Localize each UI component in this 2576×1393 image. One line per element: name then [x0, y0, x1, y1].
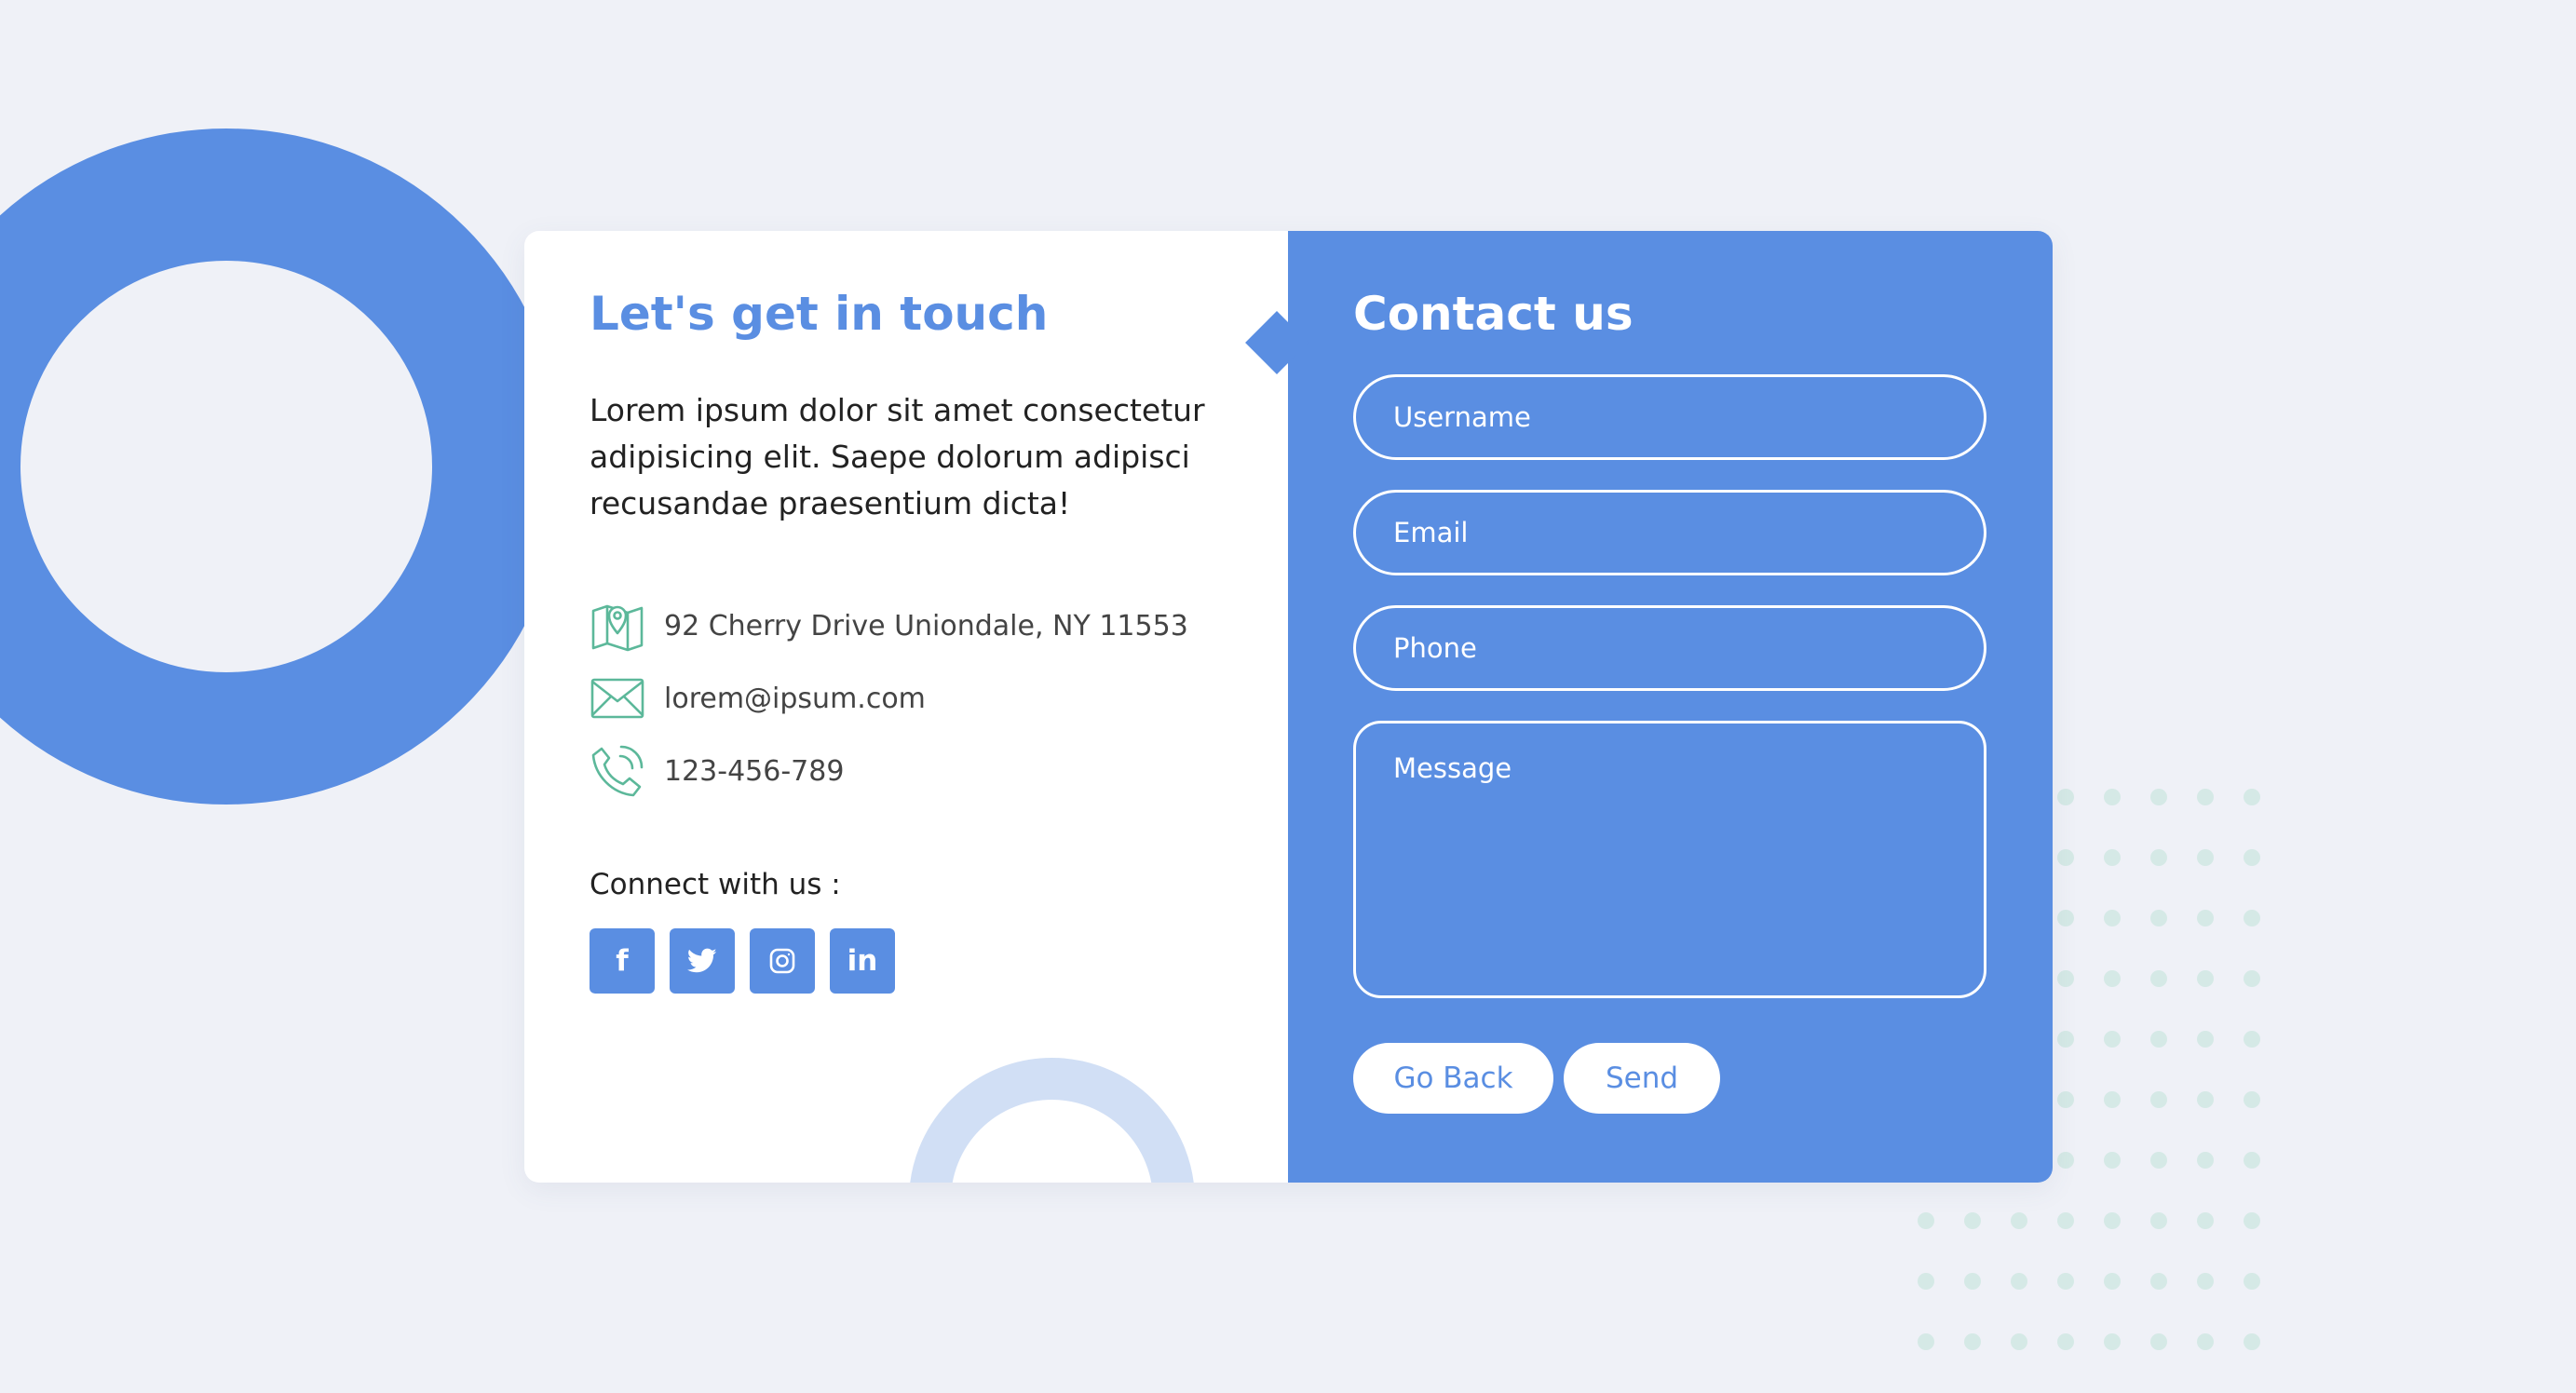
pattern-dot	[2197, 1091, 2214, 1108]
phone-icon	[591, 745, 644, 797]
social-links: f in	[590, 928, 895, 994]
pattern-dot	[2197, 1333, 2214, 1350]
pattern-dot	[2150, 970, 2167, 987]
facebook-button[interactable]: f	[590, 928, 655, 994]
pattern-dot	[2150, 910, 2167, 926]
pattern-dot	[2244, 1031, 2260, 1048]
pattern-dot	[2244, 1333, 2260, 1350]
pattern-dot	[2244, 1273, 2260, 1290]
pattern-dot	[2057, 1031, 2074, 1048]
map-icon	[591, 604, 644, 652]
pattern-dot	[2057, 1212, 2074, 1229]
pattern-dot	[2197, 1031, 2214, 1048]
pattern-dot	[2011, 1212, 2027, 1229]
phone-input[interactable]	[1353, 605, 1986, 691]
pattern-dot	[2057, 849, 2074, 866]
pattern-dot	[2104, 1031, 2121, 1048]
go-back-button[interactable]: Go Back	[1353, 1043, 1553, 1114]
instagram-button[interactable]	[750, 928, 815, 994]
pattern-dot	[1964, 1333, 1981, 1350]
pattern-dot	[2011, 1333, 2027, 1350]
pattern-dot	[2011, 1273, 2027, 1290]
pattern-dot	[2104, 849, 2121, 866]
connect-label: Connect with us :	[590, 868, 841, 901]
twitter-button[interactable]	[670, 928, 735, 994]
email-row: lorem@ipsum.com	[590, 662, 1188, 735]
pattern-dot	[2197, 789, 2214, 805]
contact-info-list: 92 Cherry Drive Uniondale, NY 11553 lore…	[590, 589, 1188, 807]
pattern-dot	[2104, 1091, 2121, 1108]
pattern-dot	[2057, 970, 2074, 987]
pattern-dot	[2150, 789, 2167, 805]
pattern-dot	[2197, 970, 2214, 987]
pattern-dot	[1918, 1273, 1934, 1290]
pattern-dot	[2244, 849, 2260, 866]
pattern-dot	[2150, 1091, 2167, 1108]
send-button[interactable]: Send	[1564, 1043, 1720, 1114]
pattern-dot	[2104, 1333, 2121, 1350]
pattern-dot	[2104, 1152, 2121, 1169]
address-row: 92 Cherry Drive Uniondale, NY 11553	[590, 589, 1188, 662]
decorative-small-ring	[909, 1058, 1195, 1183]
pattern-dot	[2104, 789, 2121, 805]
form-panel: Contact us Go Back Send	[1288, 231, 2053, 1183]
contact-card: Let's get in touch Lorem ipsum dolor sit…	[524, 231, 2053, 1183]
pattern-dot	[2244, 789, 2260, 805]
pattern-dot	[2244, 910, 2260, 926]
address-text: 92 Cherry Drive Uniondale, NY 11553	[664, 609, 1188, 642]
linkedin-icon: in	[847, 944, 878, 978]
facebook-icon: f	[616, 944, 629, 978]
linkedin-button[interactable]: in	[830, 928, 895, 994]
pattern-dot	[2150, 1212, 2167, 1229]
pattern-dot	[2104, 1212, 2121, 1229]
pattern-dot	[2057, 910, 2074, 926]
pattern-dot	[1964, 1212, 1981, 1229]
pattern-dot	[2244, 1091, 2260, 1108]
pattern-dot	[2150, 1333, 2167, 1350]
pattern-dot	[2244, 1152, 2260, 1169]
pattern-dot	[2150, 849, 2167, 866]
info-title: Let's get in touch	[590, 287, 1049, 341]
pattern-dot	[2104, 1273, 2121, 1290]
phone-row: 123-456-789	[590, 735, 1188, 807]
email-input[interactable]	[1353, 490, 1986, 575]
info-panel: Let's get in touch Lorem ipsum dolor sit…	[524, 231, 1288, 1183]
pattern-dot	[2104, 910, 2121, 926]
pattern-dot	[1918, 1333, 1934, 1350]
info-intro: Lorem ipsum dolor sit amet consectetur a…	[590, 392, 1205, 521]
pattern-dot	[2197, 910, 2214, 926]
pattern-dot	[2057, 1333, 2074, 1350]
pattern-dot	[2057, 789, 2074, 805]
pattern-dot	[1918, 1212, 1934, 1229]
envelope-icon	[590, 678, 644, 719]
twitter-icon	[687, 948, 717, 973]
pattern-dot	[2057, 1273, 2074, 1290]
pattern-dot	[2197, 849, 2214, 866]
message-textarea[interactable]	[1353, 721, 1986, 998]
pattern-dot	[2197, 1212, 2214, 1229]
pattern-dot	[2150, 1152, 2167, 1169]
pattern-dot	[1964, 1273, 1981, 1290]
phone-text: 123-456-789	[664, 754, 845, 788]
username-input[interactable]	[1353, 374, 1986, 460]
pattern-dot	[2057, 1091, 2074, 1108]
pattern-dot	[2104, 970, 2121, 987]
form-title: Contact us	[1353, 287, 1634, 341]
pattern-dot	[2244, 1212, 2260, 1229]
email-text: lorem@ipsum.com	[664, 682, 926, 715]
pattern-dot	[2150, 1031, 2167, 1048]
pattern-dot	[2244, 970, 2260, 987]
pattern-dot	[2057, 1152, 2074, 1169]
pattern-dot	[2150, 1273, 2167, 1290]
instagram-icon	[769, 948, 795, 974]
pattern-dot	[2197, 1273, 2214, 1290]
pattern-dot	[2197, 1152, 2214, 1169]
